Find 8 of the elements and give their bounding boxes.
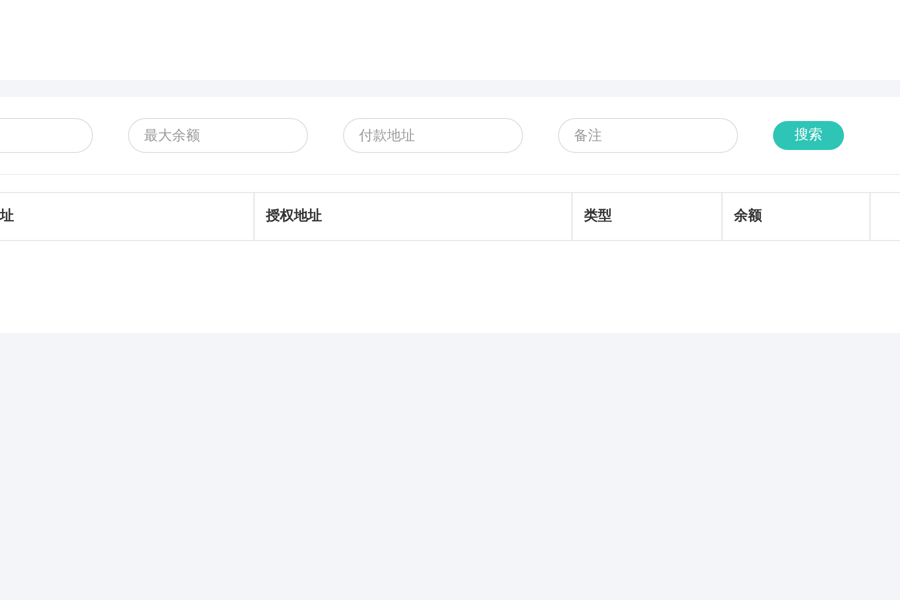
filter-field[interactable]: 最大余额	[128, 118, 308, 153]
filter-field[interactable]: 付款地址	[343, 118, 523, 153]
column-header: 授权地址	[253, 193, 571, 240]
filter-field[interactable]	[0, 118, 93, 153]
filter-field[interactable]: 备注	[558, 118, 738, 153]
search-button[interactable]: 搜索	[773, 121, 844, 150]
column-header: 余额	[721, 193, 871, 240]
column-header: 类型	[571, 193, 721, 240]
